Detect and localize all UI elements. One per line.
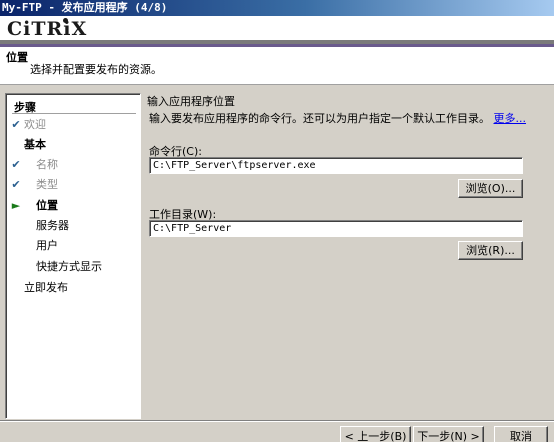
more-link[interactable]: 更多... — [494, 112, 527, 125]
browse-command-button[interactable]: 浏览(O)... — [458, 179, 523, 198]
step-label: 用户 — [36, 239, 58, 252]
step-label: 类型 — [36, 178, 58, 191]
working-directory-input[interactable]: C:\FTP_Server — [149, 220, 523, 237]
cancel-button[interactable]: 取消 — [494, 426, 548, 442]
step-label: 位置 — [36, 199, 58, 212]
step-type: ✔ 类型 — [6, 176, 140, 194]
window-title: My-FTP - 发布应用程序 (4/8) — [2, 1, 168, 14]
page-title: 位置 — [6, 51, 28, 64]
next-button[interactable]: 下一步(N) > — [413, 426, 484, 442]
browse-directory-button[interactable]: 浏览(R)... — [458, 241, 523, 260]
step-publish-now: 立即发布 — [6, 279, 140, 297]
step-name: ✔ 名称 — [6, 156, 140, 174]
step-welcome: ✔ 欢迎 — [6, 116, 140, 134]
step-shortcut-display: 快捷方式显示 — [6, 258, 140, 276]
page-subtitle: 选择并配置要发布的资源。 — [30, 63, 162, 76]
check-icon: ✔ — [11, 158, 21, 171]
step-label: 名称 — [36, 158, 58, 171]
step-label: 欢迎 — [24, 118, 46, 131]
citrix-logo-dot — [63, 18, 68, 23]
footer-divider-highlight — [0, 421, 554, 422]
step-label: 快捷方式显示 — [36, 260, 102, 273]
step-users: 用户 — [6, 237, 140, 255]
back-button[interactable]: < 上一步(B) — [340, 426, 411, 442]
check-icon: ✔ — [11, 118, 21, 131]
section-title: 输入应用程序位置 — [147, 95, 235, 108]
citrix-logo: CiTRiX — [7, 18, 88, 40]
step-basic: 基本 — [6, 136, 140, 154]
wizard-header: CiTRiX 位置 选择并配置要发布的资源。 — [0, 16, 554, 84]
description-text: 输入要发布应用程序的命令行。还可以为用户指定一个默认工作目录。 — [149, 112, 490, 125]
command-line-input[interactable]: C:\FTP_Server\ftpserver.exe — [149, 157, 523, 174]
content-panel: 输入应用程序位置 输入要发布应用程序的命令行。还可以为用户指定一个默认工作目录。… — [145, 93, 545, 419]
section-description: 输入要发布应用程序的命令行。还可以为用户指定一个默认工作目录。 更多... — [149, 110, 526, 126]
step-label: 立即发布 — [24, 281, 68, 294]
step-servers: 服务器 — [6, 217, 140, 235]
steps-panel: 步骤 ✔ 欢迎 基本 ✔ 名称 ✔ 类型 ► 位置 服务器 用户 快捷方式显示 … — [5, 93, 141, 419]
header-band-purple — [0, 44, 554, 47]
step-location: ► 位置 — [6, 197, 140, 215]
header-divider — [0, 84, 554, 85]
current-step-arrow-icon: ► — [11, 199, 21, 212]
steps-heading-divider — [12, 113, 136, 114]
step-label: 基本 — [24, 138, 46, 151]
window-title-bar[interactable]: My-FTP - 发布应用程序 (4/8) — [0, 0, 554, 16]
step-label: 服务器 — [36, 219, 69, 232]
check-icon: ✔ — [11, 178, 21, 191]
